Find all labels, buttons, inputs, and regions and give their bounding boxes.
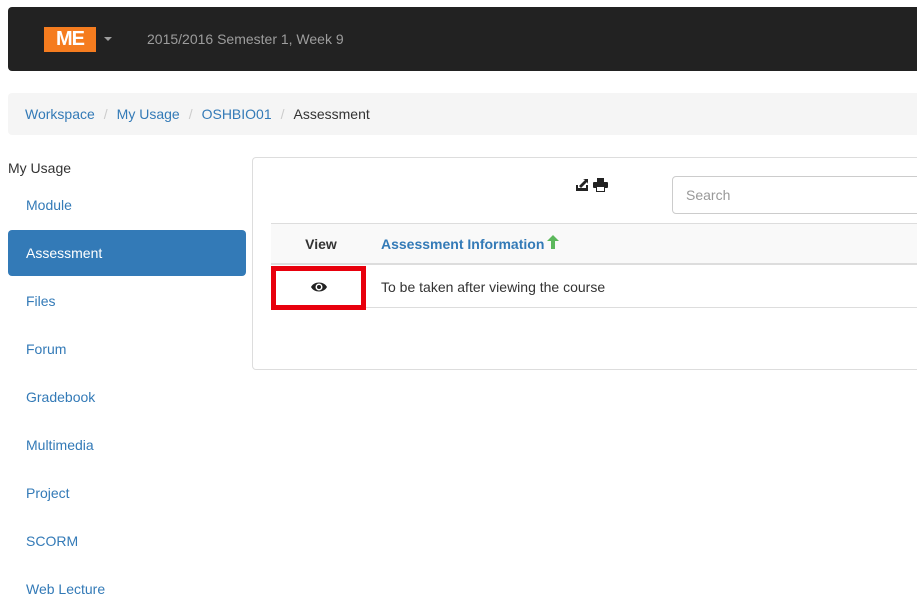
sidebar-item-forum[interactable]: Forum [8,326,246,372]
sidebar-item-assessment[interactable]: Assessment [8,230,246,276]
sidebar-item-project[interactable]: Project [8,470,246,516]
assessment-info-cell: To be taken after viewing the course [381,279,606,295]
export-icon[interactable] [575,178,589,195]
top-navbar: ME 2015/2016 Semester 1, Week 9 [8,7,917,71]
sidebar-item-scorm[interactable]: SCORM [8,518,246,564]
eye-icon[interactable] [310,280,327,296]
breadcrumb-module[interactable]: OSHBIO01 [202,106,272,122]
view-button[interactable] [271,266,366,310]
breadcrumb-workspace[interactable]: Workspace [25,106,95,122]
assessment-panel: View Assessment Information To be taken … [252,157,917,370]
table-tools [575,178,608,195]
column-header-view: View [305,236,337,252]
breadcrumb-my-usage[interactable]: My Usage [117,106,180,122]
sidebar-nav: Module Assessment Files Forum Gradebook … [8,182,246,596]
term-label: 2015/2016 Semester 1, Week 9 [147,31,344,47]
column-header-label[interactable]: Assessment Information [381,224,544,264]
table-header: View Assessment Information [271,223,917,265]
breadcrumb-separator: / [188,106,193,122]
sidebar-title: My Usage [8,160,72,176]
table-row: To be taken after viewing the course [271,266,917,310]
sidebar-item-web-lecture[interactable]: Web Lecture [8,566,246,596]
print-icon[interactable] [593,178,608,195]
sidebar-item-module[interactable]: Module [8,182,246,228]
column-header-assessment-information[interactable]: Assessment Information [381,224,560,264]
breadcrumb: Workspace / My Usage / OSHBIO01 / Assess… [8,93,917,135]
sidebar-item-gradebook[interactable]: Gradebook [8,374,246,420]
breadcrumb-separator: / [280,106,285,122]
app-logo[interactable]: ME [44,27,96,52]
breadcrumb-current: Assessment [293,106,370,122]
chevron-down-icon[interactable] [104,37,112,41]
sort-up-arrow-icon[interactable] [547,224,560,264]
search-input[interactable] [672,176,917,214]
breadcrumb-separator: / [103,106,108,122]
sidebar-item-multimedia[interactable]: Multimedia [8,422,246,468]
sidebar-item-files[interactable]: Files [8,278,246,324]
